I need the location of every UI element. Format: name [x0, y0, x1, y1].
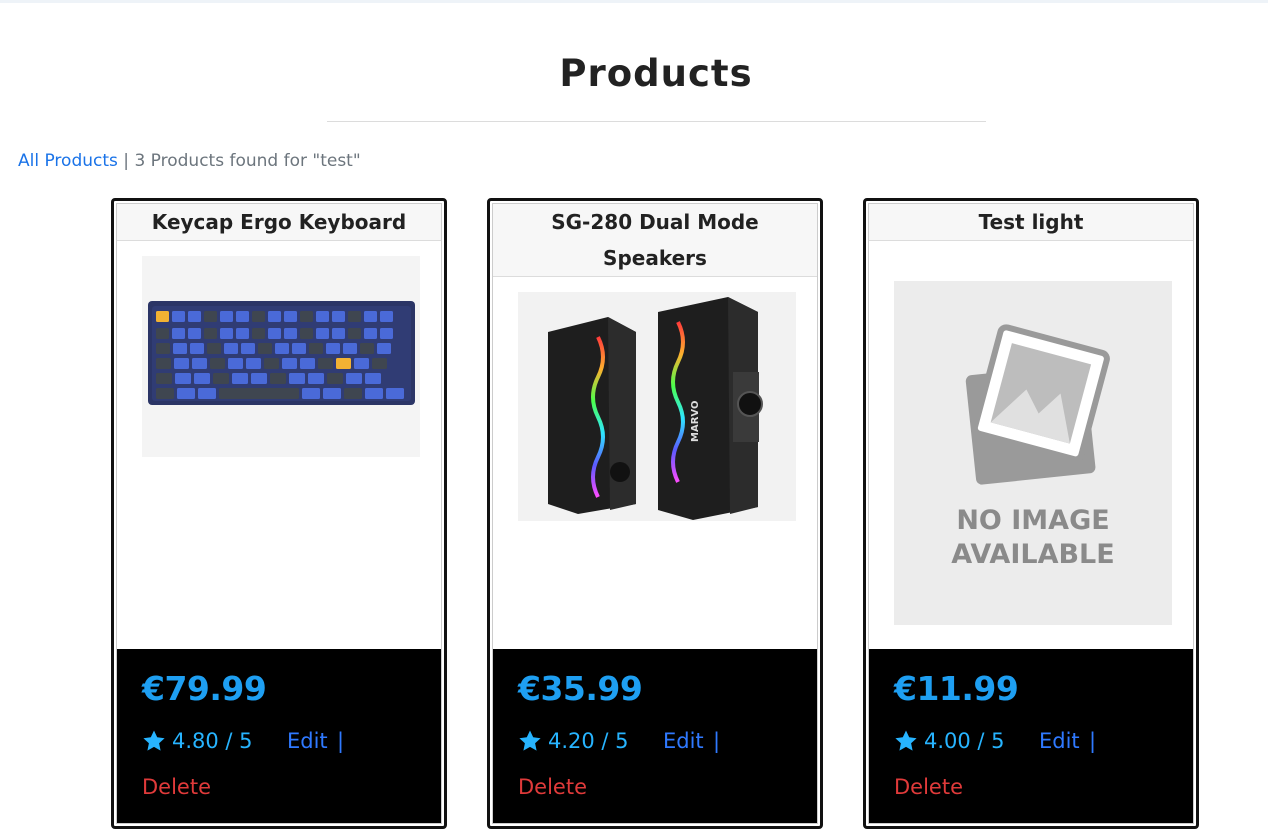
action-separator: |	[337, 729, 345, 753]
product-card: Keycap Ergo Keyboard €79.99 4.80 / 5 Edi…	[111, 198, 447, 829]
edit-link[interactable]: Edit	[1039, 729, 1080, 753]
action-separator: |	[1089, 729, 1097, 753]
product-card: Test light NO IMAGE AVAILABLE €11.99 4.0…	[863, 198, 1199, 829]
breadcrumb: All Products | 3 Products found for "tes…	[18, 151, 361, 171]
product-image-speakers[interactable]: MARVO	[518, 292, 796, 521]
product-price: €79.99	[142, 669, 267, 708]
product-image-placeholder[interactable]: NO IMAGE AVAILABLE	[894, 281, 1172, 625]
product-footer: €79.99 4.80 / 5 Edit | Delete	[117, 649, 441, 823]
product-price: €11.99	[894, 669, 1019, 708]
breadcrumb-separator: |	[123, 151, 130, 171]
no-image-text-line1: NO IMAGE	[956, 505, 1109, 536]
product-price: €35.99	[518, 669, 643, 708]
product-rating: 4.00 / 5	[894, 729, 1005, 753]
product-image-keyboard[interactable]	[142, 256, 420, 457]
page-title: Products	[559, 52, 753, 95]
product-title[interactable]: Keycap Ergo Keyboard	[117, 204, 441, 241]
top-bar	[0, 0, 1268, 3]
all-products-link[interactable]: All Products	[18, 151, 118, 171]
product-rating: 4.20 / 5	[518, 729, 629, 753]
delete-link[interactable]: Delete	[142, 775, 211, 799]
product-rating: 4.80 / 5	[142, 729, 253, 753]
search-result-summary: 3 Products found for "test"	[134, 151, 361, 171]
rating-value: 4.20 / 5	[548, 729, 629, 753]
product-title[interactable]: SG-280 Dual Mode Speakers	[493, 204, 817, 277]
brand-text: MARVO	[690, 401, 701, 442]
title-divider	[327, 121, 986, 122]
product-title[interactable]: Test light	[869, 204, 1193, 241]
rating-value: 4.00 / 5	[924, 729, 1005, 753]
no-image-text-line2: AVAILABLE	[951, 539, 1114, 570]
product-footer: €35.99 4.20 / 5 Edit | Delete	[493, 649, 817, 823]
edit-link[interactable]: Edit	[287, 729, 328, 753]
star-icon	[143, 730, 165, 751]
rating-value: 4.80 / 5	[172, 729, 253, 753]
edit-link[interactable]: Edit	[663, 729, 704, 753]
delete-link[interactable]: Delete	[518, 775, 587, 799]
star-icon	[895, 730, 917, 751]
star-icon	[519, 730, 541, 751]
product-card: SG-280 Dual Mode Speakers MARVO €35.99 4…	[487, 198, 823, 829]
product-footer: €11.99 4.00 / 5 Edit | Delete	[869, 649, 1193, 823]
action-separator: |	[713, 729, 721, 753]
delete-link[interactable]: Delete	[894, 775, 963, 799]
